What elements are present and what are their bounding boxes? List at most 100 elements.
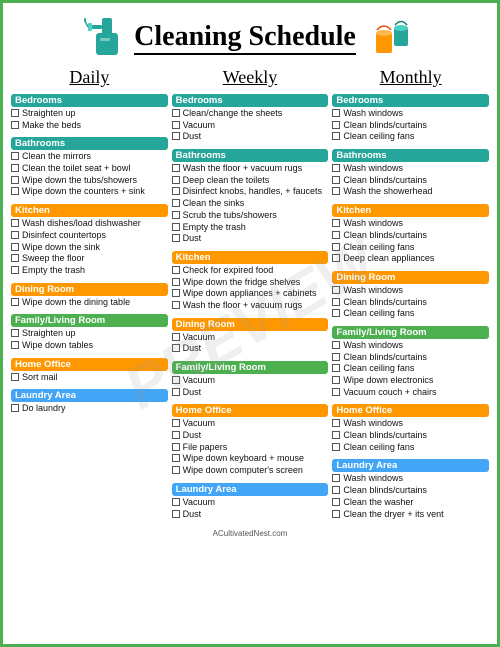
task-checkbox[interactable] [11,231,19,239]
task-label: Wash windows [343,418,403,430]
task-checkbox[interactable] [172,278,180,286]
task-checkbox[interactable] [172,510,180,518]
task-checkbox[interactable] [172,431,180,439]
task-checkbox[interactable] [11,373,19,381]
col-title-2: Monthly [332,67,489,88]
task-checkbox[interactable] [332,510,340,518]
section-1-2: KitchenCheck for expired foodWipe down t… [172,251,329,312]
task-item: Clean blinds/curtains [332,230,489,242]
task-checkbox[interactable] [11,187,19,195]
task-checkbox[interactable] [332,309,340,317]
task-item: Clean the sinks [172,198,329,210]
task-checkbox[interactable] [172,234,180,242]
task-checkbox[interactable] [332,219,340,227]
task-checkbox[interactable] [172,419,180,427]
main-content: DailyBedroomsStraighten upMake the bedsB… [3,67,497,527]
task-checkbox[interactable] [172,109,180,117]
task-checkbox[interactable] [332,498,340,506]
task-checkbox[interactable] [332,254,340,262]
task-item: Vacuum [172,375,329,387]
task-checkbox[interactable] [172,454,180,462]
task-checkbox[interactable] [172,176,180,184]
task-label: Wash dishes/load dishwasher [22,218,141,230]
task-item: Wash windows [332,285,489,297]
task-checkbox[interactable] [332,443,340,451]
task-label: Wash the floor + vacuum rugs [183,163,302,175]
task-checkbox[interactable] [172,187,180,195]
task-checkbox[interactable] [332,243,340,251]
task-label: Dust [183,343,202,355]
task-checkbox[interactable] [172,333,180,341]
task-checkbox[interactable] [332,353,340,361]
section-header: Family/Living Room [11,314,168,327]
section-header: Dining Room [172,318,329,331]
task-checkbox[interactable] [332,474,340,482]
task-item: Wipe down computer's screen [172,465,329,477]
task-checkbox[interactable] [332,376,340,384]
task-checkbox[interactable] [332,187,340,195]
task-item: Wipe down appliances + cabinets [172,288,329,300]
task-checkbox[interactable] [11,404,19,412]
task-checkbox[interactable] [11,266,19,274]
task-checkbox[interactable] [172,498,180,506]
task-item: Wash windows [332,218,489,230]
section-1-3: Dining RoomVacuumDust [172,318,329,355]
task-checkbox[interactable] [332,341,340,349]
footer: ACultivatedNest.com [3,527,497,540]
task-label: Clean the sinks [183,198,245,210]
task-label: Clean ceiling fans [343,442,414,454]
task-label: Wipe down appliances + cabinets [183,288,317,300]
task-item: Wash the showerhead [332,186,489,198]
task-checkbox[interactable] [172,266,180,274]
task-checkbox[interactable] [332,419,340,427]
task-label: Disinfect knobs, handles, + faucets [183,186,322,198]
task-checkbox[interactable] [172,211,180,219]
task-checkbox[interactable] [11,176,19,184]
task-checkbox[interactable] [172,121,180,129]
task-checkbox[interactable] [172,289,180,297]
task-checkbox[interactable] [172,376,180,384]
section-header: Laundry Area [11,389,168,402]
task-checkbox[interactable] [332,231,340,239]
task-label: Deep clean the toilets [183,175,270,187]
task-checkbox[interactable] [172,301,180,309]
task-checkbox[interactable] [172,466,180,474]
task-item: Vacuum [172,332,329,344]
task-checkbox[interactable] [11,121,19,129]
task-checkbox[interactable] [332,388,340,396]
task-checkbox[interactable] [332,164,340,172]
task-label: Straighten up [22,108,76,120]
task-checkbox[interactable] [11,219,19,227]
task-checkbox[interactable] [172,344,180,352]
task-checkbox[interactable] [11,329,19,337]
task-checkbox[interactable] [332,286,340,294]
task-label: Dust [183,509,202,521]
task-item: Clean the mirrors [11,151,168,163]
task-checkbox[interactable] [172,223,180,231]
task-item: Clean ceiling fans [332,242,489,254]
task-checkbox[interactable] [11,164,19,172]
task-checkbox[interactable] [172,132,180,140]
task-checkbox[interactable] [332,109,340,117]
task-checkbox[interactable] [11,152,19,160]
task-label: Sweep the floor [22,253,85,265]
task-checkbox[interactable] [332,121,340,129]
task-checkbox[interactable] [332,486,340,494]
task-checkbox[interactable] [172,388,180,396]
task-checkbox[interactable] [332,364,340,372]
task-checkbox[interactable] [11,298,19,306]
task-checkbox[interactable] [11,341,19,349]
task-checkbox[interactable] [332,176,340,184]
task-label: Clean blinds/curtains [343,120,427,132]
task-checkbox[interactable] [332,431,340,439]
task-checkbox[interactable] [172,199,180,207]
task-label: Clean blinds/curtains [343,297,427,309]
task-checkbox[interactable] [172,443,180,451]
task-checkbox[interactable] [11,254,19,262]
task-checkbox[interactable] [172,164,180,172]
task-checkbox[interactable] [332,298,340,306]
task-item: Clean blinds/curtains [332,485,489,497]
task-checkbox[interactable] [11,243,19,251]
task-checkbox[interactable] [11,109,19,117]
task-checkbox[interactable] [332,132,340,140]
